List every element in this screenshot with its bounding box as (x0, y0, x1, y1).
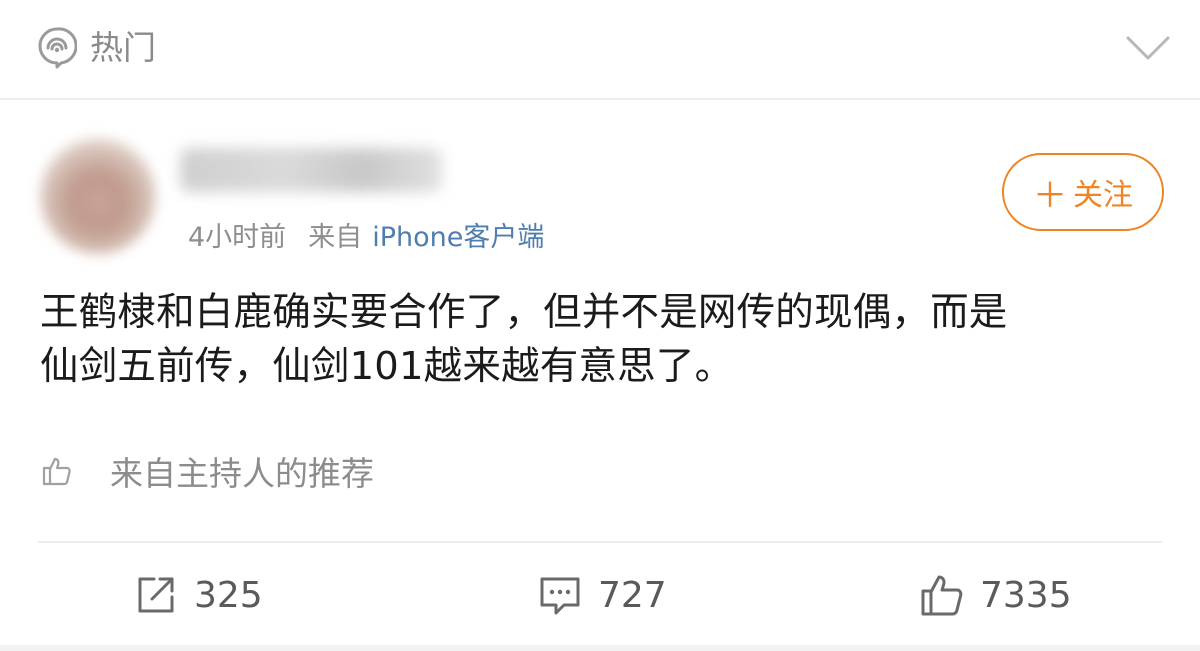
repost-count: 325 (194, 574, 263, 616)
comment-icon (540, 577, 580, 615)
post-time: 4小时前 (188, 222, 287, 253)
recommend-row: 来自主持人的推荐 (40, 446, 374, 496)
hot-topic-icon (38, 27, 77, 69)
chevron-down-icon[interactable] (1124, 30, 1172, 64)
thumbs-up-icon (42, 457, 71, 486)
comment-count: 727 (598, 574, 667, 616)
follow-button[interactable]: ＋关注 (1002, 153, 1164, 231)
post-body: 王鹤棣和白鹿确实要合作了，但并不是网传的现偶，而是 仙剑五前传，仙剑101越来越… (40, 286, 1160, 394)
post-text-line: 王鹤棣和白鹿确实要合作了，但并不是网传的现偶，而是 (40, 290, 1008, 335)
section-title: 热门 (90, 28, 156, 67)
recommend-label: 来自主持人的推荐 (110, 454, 374, 493)
avatar[interactable] (40, 138, 156, 254)
divider (38, 541, 1162, 543)
bottom-divider (0, 645, 1200, 651)
repost-icon (138, 577, 174, 613)
comment-button[interactable]: 727 (536, 568, 667, 622)
post-text-line: 仙剑五前传，仙剑101越来越有意思了。 (40, 344, 734, 389)
follow-button-label: 关注 (1073, 178, 1133, 213)
username[interactable] (180, 148, 442, 192)
source-client[interactable]: iPhone客户端 (372, 222, 544, 253)
repost-button[interactable]: 325 (132, 568, 263, 622)
thumbs-up-icon (921, 575, 963, 616)
post-meta: 4小时前 来自 iPhone客户端 (188, 218, 544, 258)
source-prefix: 来自 (308, 222, 363, 253)
section-header: 热门 (0, 0, 1200, 100)
plus-icon: ＋ (1033, 175, 1067, 216)
like-button[interactable]: 7335 (918, 568, 1072, 622)
like-count: 7335 (980, 574, 1072, 616)
